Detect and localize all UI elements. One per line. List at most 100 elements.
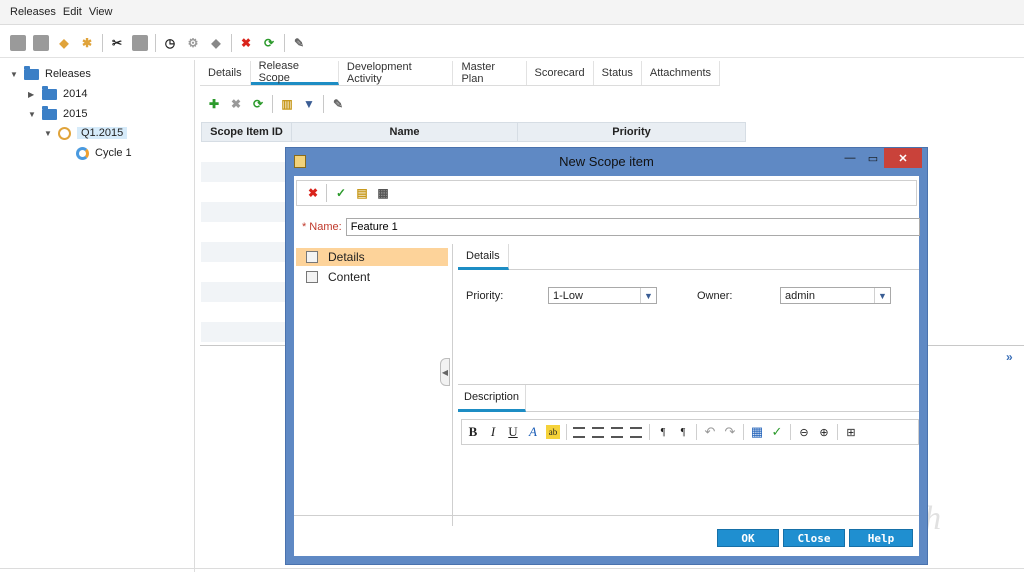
clock-icon[interactable]: ◷ <box>162 35 178 51</box>
remove-icon[interactable]: ✖ <box>228 96 244 112</box>
column-name[interactable]: Name <box>292 123 518 141</box>
spell-check-icon[interactable]: ✓ <box>333 185 349 201</box>
columns-icon[interactable]: ▥ <box>279 96 295 112</box>
table-row <box>201 222 291 242</box>
toolbar-separator <box>649 424 650 440</box>
minimize-icon[interactable]: — <box>839 148 861 168</box>
toolbar-separator <box>696 424 697 440</box>
maximize-icon[interactable]: ▭ <box>862 148 884 168</box>
ltr-icon[interactable]: ¶ <box>656 425 670 439</box>
tree-label: Releases <box>45 68 91 80</box>
rtl-icon[interactable]: ¶ <box>676 425 690 439</box>
tab-development-activity[interactable]: Development Activity <box>339 61 454 85</box>
collapse-arrow-icon[interactable]: ▶ <box>28 90 38 99</box>
tab-scorecard[interactable]: Scorecard <box>527 61 594 85</box>
tab-details[interactable]: Details <box>458 244 509 270</box>
tree-node-releases[interactable]: ▼ Releases <box>10 65 91 83</box>
assign-icon[interactable]: ✱ <box>79 35 95 51</box>
undo-icon[interactable]: ↶ <box>703 424 717 439</box>
tree-label: 2014 <box>63 88 88 100</box>
thesaurus-icon[interactable]: ▦ <box>375 185 391 201</box>
tree-node-q1-2015[interactable]: ▼ Q1.2015 <box>44 124 128 142</box>
toolbar-separator <box>326 184 327 202</box>
tree-node-cycle-1[interactable]: Cycle 1 <box>76 144 132 162</box>
underline-button[interactable]: U <box>506 424 520 439</box>
indent-icon[interactable] <box>630 426 642 438</box>
font-color-button[interactable]: A <box>526 424 540 439</box>
column-scope-item-id[interactable]: Scope Item ID <box>202 123 292 141</box>
refresh-icon[interactable]: ⟳ <box>250 96 266 112</box>
new-folder-icon[interactable] <box>10 34 26 51</box>
edit-icon[interactable]: ✎ <box>291 35 307 51</box>
vertical-splitter[interactable] <box>452 244 453 526</box>
delete-icon[interactable]: ✖ <box>238 35 254 51</box>
dialog-footer-divider <box>294 515 919 516</box>
tab-description[interactable]: Description <box>458 385 527 412</box>
cut-icon[interactable]: ✂ <box>109 35 125 51</box>
close-icon[interactable]: ✕ <box>884 148 922 168</box>
tag-icon[interactable]: ◆ <box>208 35 224 51</box>
release-icon <box>58 126 71 140</box>
tree-node-2014[interactable]: ▶ 2014 <box>28 85 87 103</box>
column-priority[interactable]: Priority <box>518 123 745 141</box>
numbered-list-icon[interactable] <box>592 426 604 438</box>
new-cycle-icon[interactable]: ◆ <box>56 35 72 51</box>
outdent-icon[interactable] <box>611 426 623 438</box>
tab-release-scope[interactable]: Release Scope <box>250 60 339 85</box>
owner-select[interactable]: admin ▼ <box>780 287 891 304</box>
dialog-title-bar[interactable]: New Scope item — ▭ ✕ <box>286 148 927 176</box>
menu-view[interactable]: View <box>89 6 113 18</box>
spell-options-icon[interactable]: ▤ <box>354 185 370 201</box>
highlight-icon[interactable]: ab <box>546 425 560 439</box>
rich-text-toolbar: B I U A ab ¶ ¶ ↶ ↷ ▦ ✓ ⊖ ⊕ ⊞ <box>461 419 919 445</box>
required-marker: * <box>302 221 307 233</box>
name-input[interactable] <box>345 218 920 236</box>
toolbar-separator <box>323 95 324 113</box>
bold-button[interactable]: B <box>466 424 480 439</box>
expand-arrow-icon[interactable]: ▼ <box>44 129 54 138</box>
chevron-down-icon[interactable]: ▼ <box>640 288 656 303</box>
paste-icon[interactable] <box>132 34 148 51</box>
toolbar-separator <box>272 95 273 113</box>
close-button[interactable]: Close <box>783 529 845 547</box>
name-row: * Name: <box>302 218 920 236</box>
chevron-down-icon[interactable]: ▼ <box>874 288 890 303</box>
priority-select[interactable]: 1-Low ▼ <box>548 287 657 304</box>
tab-attachments[interactable]: Attachments <box>642 61 720 85</box>
spell-check-icon[interactable]: ✓ <box>770 424 784 439</box>
refresh-icon[interactable]: ⟳ <box>261 35 277 51</box>
tree-label: 2015 <box>63 108 88 120</box>
menu-releases[interactable]: Releases <box>10 6 56 18</box>
nav-item-details[interactable]: Details <box>296 248 448 266</box>
double-chevron-down-icon[interactable]: » <box>1006 350 1013 364</box>
bullet-list-icon[interactable] <box>573 426 585 438</box>
toolbar-separator <box>743 424 744 440</box>
details-icon <box>306 251 318 263</box>
help-button[interactable]: Help <box>849 529 913 547</box>
add-icon[interactable]: ✚ <box>206 96 222 112</box>
menu-edit[interactable]: Edit <box>63 6 82 18</box>
redo-icon[interactable]: ↷ <box>723 424 737 439</box>
table-row <box>201 202 291 222</box>
tree-node-2015[interactable]: ▼ 2015 <box>28 105 87 123</box>
folder-icon <box>42 105 57 120</box>
new-release-icon[interactable] <box>33 34 49 51</box>
fullscreen-icon[interactable]: ⊞ <box>844 425 858 439</box>
ok-button[interactable]: OK <box>717 529 779 547</box>
delete-icon[interactable]: ✖ <box>305 185 321 201</box>
expand-arrow-icon[interactable]: ▼ <box>10 70 20 79</box>
expand-arrow-icon[interactable]: ▼ <box>28 110 38 119</box>
tab-master-plan[interactable]: Master Plan <box>453 61 527 85</box>
edit-icon[interactable]: ✎ <box>330 96 346 112</box>
nav-label: Content <box>328 270 371 284</box>
zoom-out-icon[interactable]: ⊖ <box>797 425 811 439</box>
filter-icon[interactable]: ▼ <box>301 96 317 112</box>
italic-button[interactable]: I <box>486 424 500 439</box>
collapse-chevron-icon[interactable]: ◀ <box>440 358 450 386</box>
table-icon[interactable]: ▦ <box>750 424 764 439</box>
tab-status[interactable]: Status <box>594 61 642 85</box>
gears-icon[interactable]: ⚙ <box>185 35 201 51</box>
zoom-in-icon[interactable]: ⊕ <box>817 425 831 439</box>
nav-item-content[interactable]: Content <box>296 268 448 286</box>
tab-details[interactable]: Details <box>200 61 251 85</box>
